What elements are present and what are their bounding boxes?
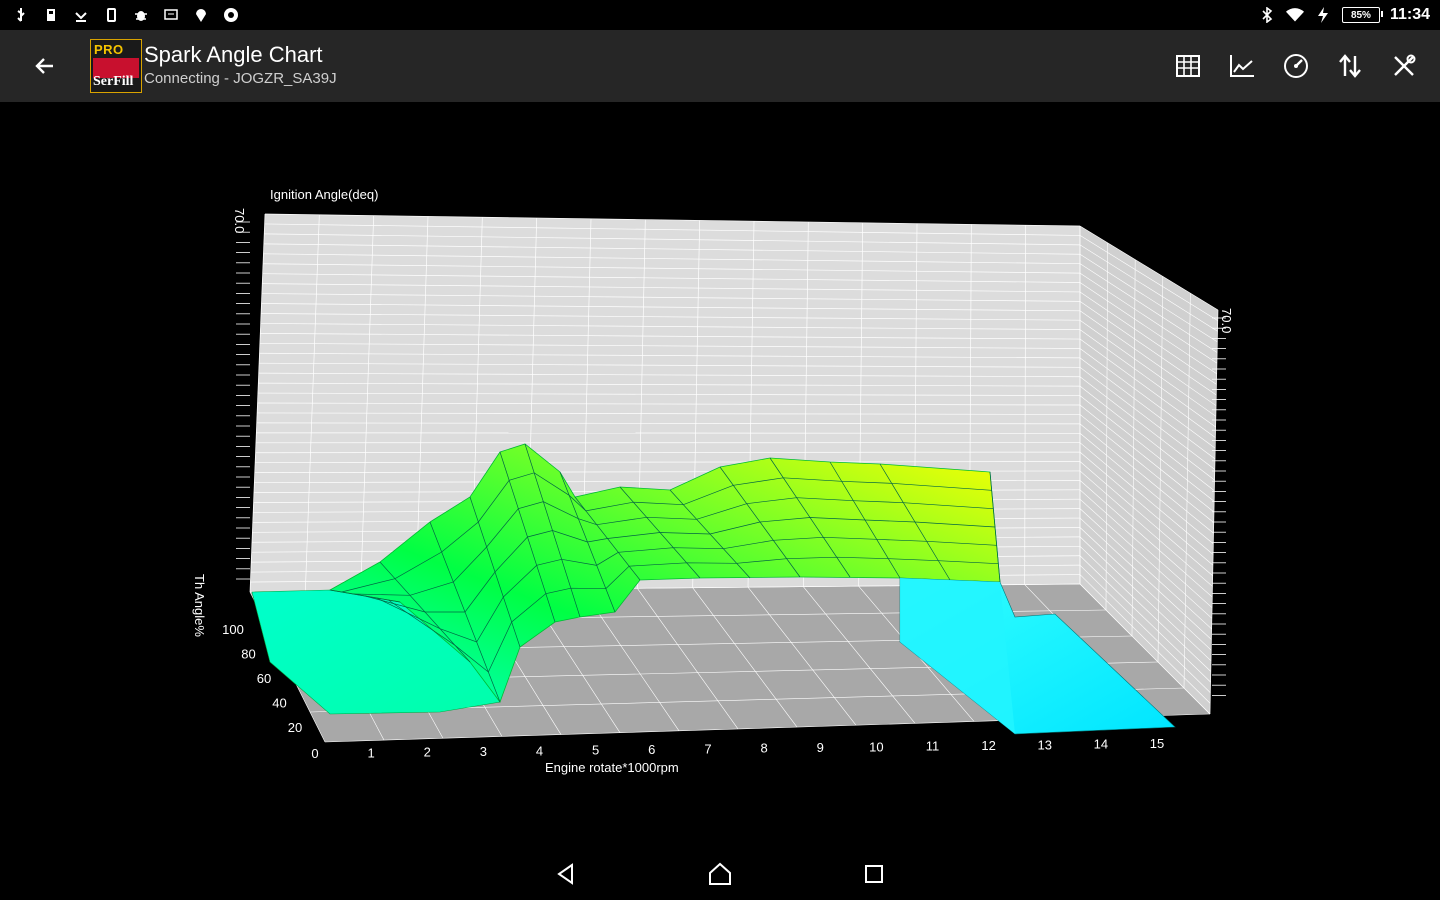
connection-status: Connecting - JOGZR_SA39J	[144, 70, 337, 87]
tools-icon	[1394, 54, 1416, 76]
y-tick-label: 20	[288, 720, 302, 735]
sort-icon	[1339, 54, 1361, 78]
phone-icon	[102, 6, 120, 24]
x-tick-label: 5	[592, 743, 599, 758]
charging-icon	[1314, 6, 1332, 24]
chart-view-button[interactable]	[1224, 48, 1260, 84]
nav-recents-button[interactable]	[852, 852, 896, 896]
sd-card-icon	[42, 6, 60, 24]
x-tick-label: 3	[480, 744, 487, 759]
square-recents-icon	[865, 865, 883, 883]
x-tick-label: 12	[981, 738, 995, 753]
z-axis-label: Ignition Angle(deq)	[270, 187, 378, 202]
system-nav-bar	[0, 848, 1440, 900]
y-tick-label: 80	[241, 647, 255, 662]
battery-indicator: 85%	[1341, 7, 1383, 23]
y-axis-label: Th Angle%	[192, 574, 207, 637]
status-bar-left	[0, 6, 240, 24]
table-view-button[interactable]	[1170, 48, 1206, 84]
home-icon	[709, 862, 731, 885]
x-tick-label: 6	[648, 742, 655, 757]
toolbar-actions	[1170, 48, 1440, 84]
screen-icon	[162, 6, 180, 24]
z-axis-top-label: 70.0	[232, 208, 247, 233]
clock: 11:34	[1389, 6, 1430, 23]
usb-icon	[12, 6, 30, 24]
triangle-back-icon	[557, 863, 573, 885]
x-tick-label: 13	[1037, 737, 1051, 752]
x-tick-label: 11	[926, 739, 940, 754]
x-tick-label: 8	[760, 741, 767, 756]
x-tick-label: 2	[424, 745, 431, 760]
arrow-left-icon	[35, 58, 53, 74]
x-tick-label: 7	[704, 741, 711, 756]
bluetooth-icon	[1258, 6, 1276, 24]
y-tick-label: 60	[257, 671, 271, 686]
gauge-icon	[1284, 54, 1308, 78]
status-bar: 85% 11:34	[0, 0, 1440, 30]
nav-home-button[interactable]	[698, 852, 742, 896]
logo-bottom-text: SerFill	[93, 74, 134, 89]
location-icon	[192, 6, 210, 24]
x-tick-label: 14	[1094, 737, 1108, 752]
tools-button[interactable]	[1386, 48, 1422, 84]
page-title: Spark Angle Chart	[144, 42, 323, 67]
y-tick-label: 40	[272, 696, 286, 711]
title-group: Spark Angle Chart Connecting - JOGZR_SA3…	[144, 42, 337, 90]
nav-back-button[interactable]	[544, 852, 588, 896]
spark-angle-chart[interactable]: Ignition Angle(deq) Engine rotate*1000rp…	[0, 102, 1440, 820]
status-bar-right: 85% 11:34	[1258, 6, 1440, 24]
z-axis-right-top-label: 70.0	[1219, 308, 1234, 333]
sort-button[interactable]	[1332, 48, 1368, 84]
surface-plot: Ignition Angle(deq) Engine rotate*1000rp…	[192, 187, 1234, 775]
x-tick-label: 10	[869, 739, 883, 754]
x-tick-label: 0	[311, 746, 318, 761]
app-bar: PRO SerFill Spark Angle Chart Connecting…	[0, 30, 1440, 102]
wifi-icon	[1285, 6, 1304, 24]
line-chart-icon	[1230, 55, 1254, 77]
table-icon	[1176, 55, 1200, 77]
logo-top-text: PRO	[94, 42, 124, 57]
download-icon	[72, 6, 90, 24]
x-axis-label: Engine rotate*1000rpm	[545, 760, 679, 775]
x-axis-ticks: 0 1 2 3 4 5 6 7 8 9 10 11 12 13 14 15	[311, 736, 1164, 761]
x-tick-label: 15	[1150, 736, 1164, 751]
gauge-button[interactable]	[1278, 48, 1314, 84]
x-tick-label: 4	[536, 743, 543, 758]
back-button[interactable]	[0, 30, 90, 102]
x-tick-label: 1	[368, 745, 375, 760]
bug-icon	[132, 6, 150, 24]
y-tick-label: 100	[222, 622, 244, 637]
z-axis-left-ticks	[236, 221, 250, 580]
x-tick-label: 9	[817, 740, 824, 755]
app-logo: PRO SerFill	[90, 39, 142, 93]
record-icon	[222, 6, 240, 24]
